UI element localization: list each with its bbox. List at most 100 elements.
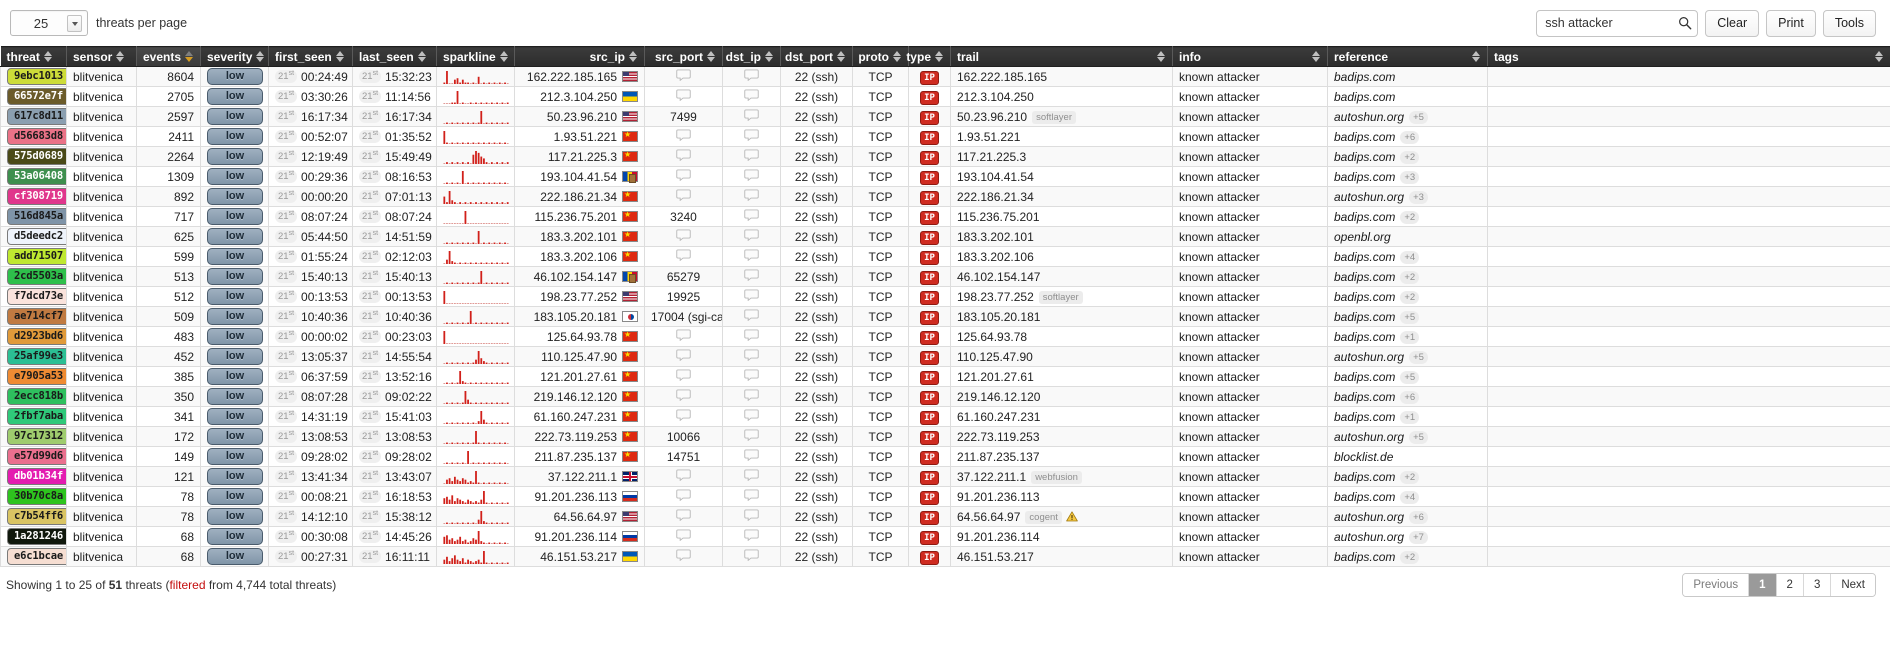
severity-badge[interactable]: low [207,268,263,285]
threat-badge[interactable]: 9ebc1013 [7,68,66,85]
comment-bubble-icon[interactable] [744,209,759,224]
sort-toggle-icon[interactable] [1157,50,1166,63]
sort-toggle-icon[interactable] [629,50,638,63]
src-ip-value[interactable]: 110.125.47.90 [541,350,617,364]
trail-value[interactable]: 125.64.93.78 [957,330,1027,344]
threat-badge[interactable]: 30b70c8a [7,488,66,505]
table-row[interactable]: 575d0689 blitvenica 2264 low 21st 12:19:49 21s… [0,146,1890,167]
threat-badge[interactable]: d56683d8 [7,128,66,145]
reference-value[interactable]: badips.com [1334,290,1395,304]
trail-value[interactable]: 183.105.20.181 [957,310,1040,324]
trail-value[interactable]: 212.3.104.250 [957,90,1034,104]
reference-value[interactable]: openbl.org [1334,230,1391,244]
src-ip-value[interactable]: 117.21.225.3 [548,150,617,164]
table-row[interactable]: c7b54ff6 blitvenica 78 low 21st 14:12:10 21st 1… [0,506,1890,527]
threat-badge[interactable]: cf308719 [7,188,66,205]
reference-more-chip[interactable]: +4 [1400,250,1420,264]
comment-bubble-icon[interactable] [676,509,691,524]
print-button[interactable]: Print [1766,9,1816,37]
comment-bubble-icon[interactable] [676,489,691,504]
reference-value[interactable]: badips.com [1334,330,1395,344]
clear-button[interactable]: Clear [1705,9,1760,37]
severity-badge[interactable]: low [207,328,263,345]
reference-value[interactable]: badips.com [1334,70,1395,84]
src-ip-value[interactable]: 46.102.154.147 [534,270,617,284]
sort-toggle-icon[interactable] [417,50,427,63]
reference-more-chip[interactable]: +4 [1400,490,1420,504]
severity-badge[interactable]: low [207,208,263,225]
comment-bubble-icon[interactable] [744,229,759,244]
reference-value[interactable]: badips.com [1334,550,1395,564]
src-ip-value[interactable]: 64.56.64.97 [554,510,617,524]
comment-bubble-icon[interactable] [676,529,691,544]
sort-toggle-icon[interactable] [893,50,902,63]
column-header-type[interactable]: type [906,46,951,67]
comment-bubble-icon[interactable] [744,249,759,264]
pagination-page-2[interactable]: 2 [1776,574,1804,596]
threat-badge[interactable]: e57d99d6 [7,448,66,465]
table-row[interactable]: 617c8d11 blitvenica 2597 low 21st 16:17:34 21s… [0,106,1890,127]
severity-badge[interactable]: low [207,448,263,465]
reference-value[interactable]: badips.com [1334,410,1395,424]
table-row[interactable]: 30b70c8a blitvenica 78 low 21st 00:08:21 21st 1… [0,486,1890,507]
reference-value[interactable]: autoshun.org [1334,530,1404,544]
threat-badge[interactable]: 2fbf7aba [7,408,66,425]
reference-more-chip[interactable]: +2 [1400,210,1420,224]
reference-more-chip[interactable]: +6 [1409,510,1428,524]
severity-badge[interactable]: low [207,228,263,245]
src-ip-value[interactable]: 37.122.211.1 [548,470,617,484]
severity-badge[interactable]: low [207,108,263,125]
threat-badge[interactable]: 66572e7f [7,88,66,105]
sort-toggle-icon[interactable] [935,50,944,63]
trail-value[interactable]: 37.122.211.1 [957,470,1026,484]
severity-badge[interactable]: low [207,508,263,525]
comment-bubble-icon[interactable] [676,129,691,144]
severity-badge[interactable]: low [207,288,263,305]
table-row[interactable]: e6c1bcae blitvenica 68 low 21st 00:27:31 21st 1… [0,546,1890,567]
severity-badge[interactable]: low [207,368,263,385]
threat-badge[interactable]: e6c1bcae [7,548,66,565]
sort-toggle-icon[interactable] [765,50,774,63]
reference-value[interactable]: badips.com [1334,270,1395,284]
sort-toggle-icon[interactable] [335,50,345,63]
sort-toggle-icon[interactable] [256,50,265,63]
threat-badge[interactable]: 516d845a [7,208,66,225]
reference-value[interactable]: badips.com [1334,490,1395,504]
trail-value[interactable]: 198.23.77.252 [957,290,1034,304]
column-header-sensor[interactable]: sensor [66,46,137,67]
column-header-events[interactable]: events [136,46,201,67]
reference-more-chip[interactable]: +2 [1400,270,1420,284]
trail-value[interactable]: 64.56.64.97 [957,510,1020,524]
table-row[interactable]: 9ebc1013 blitvenica 8604 low 21st 00:24:49 21s… [0,66,1890,87]
severity-badge[interactable]: low [207,148,263,165]
threat-badge[interactable]: 617c8d11 [7,108,66,125]
table-row[interactable]: add71507 blitvenica 599 low 21st 01:55:24 21st… [0,246,1890,267]
trail-value[interactable]: 222.186.21.34 [957,190,1034,204]
comment-bubble-icon[interactable] [744,309,759,324]
reference-value[interactable]: autoshun.org [1334,430,1404,444]
src-ip-value[interactable]: 193.104.41.54 [540,170,617,184]
table-row[interactable]: e7905a53 blitvenica 385 low 21st 06:37:59 21st… [0,366,1890,387]
pagination-next[interactable]: Next [1831,574,1875,596]
column-header-first_seen[interactable]: first_seen [268,46,353,67]
src-ip-value[interactable]: 91.201.236.114 [534,530,617,544]
trail-value[interactable]: 117.21.225.3 [957,150,1026,164]
comment-bubble-icon[interactable] [744,149,759,164]
trail-value[interactable]: 46.151.53.217 [957,550,1034,564]
column-header-src_ip[interactable]: src_ip [514,46,645,67]
table-row[interactable]: db01b34f blitvenica 121 low 21st 13:41:34 21st… [0,466,1890,487]
reference-value[interactable]: badips.com [1334,390,1395,404]
sort-toggle-icon[interactable] [116,50,125,63]
column-header-last_seen[interactable]: last_seen [352,46,437,67]
table-row[interactable]: 97c17312 blitvenica 172 low 21st 13:08:53 21st… [0,426,1890,447]
sort-toggle-icon[interactable] [499,50,509,63]
column-header-reference[interactable]: reference [1327,46,1488,67]
column-header-info[interactable]: info [1172,46,1328,67]
reference-value[interactable]: autoshun.org [1334,510,1404,524]
severity-badge[interactable]: low [207,248,263,265]
column-header-proto[interactable]: proto [852,46,909,67]
column-header-tags[interactable]: tags [1487,46,1890,67]
sort-toggle-icon[interactable] [707,50,716,63]
severity-badge[interactable]: low [207,168,263,185]
threat-badge[interactable]: d5deedc2 [7,228,66,245]
